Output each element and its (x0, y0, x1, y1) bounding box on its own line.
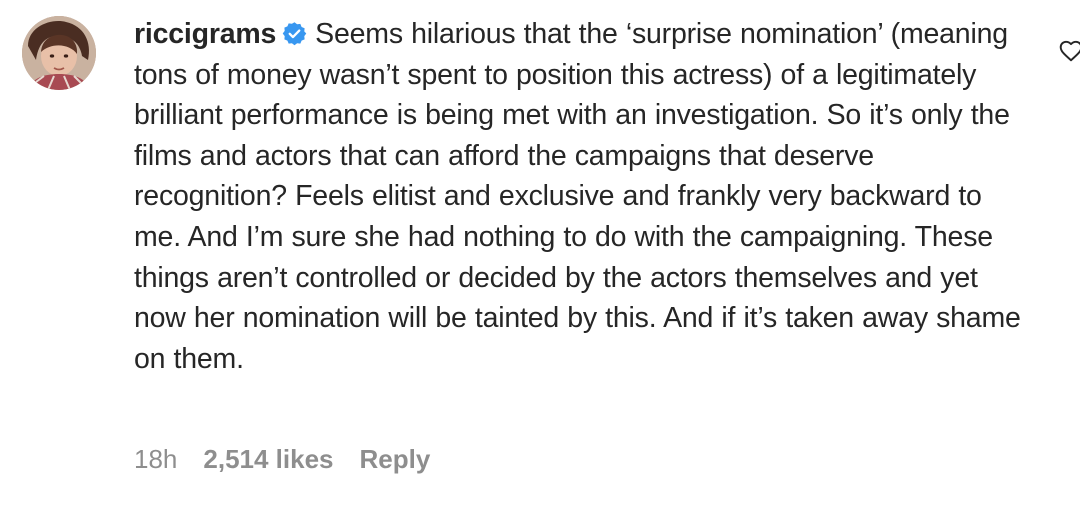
verified-badge-icon (282, 17, 307, 46)
comment-meta: 18h 2,514 likes Reply (134, 444, 456, 475)
username[interactable]: riccigrams (134, 18, 276, 50)
avatar[interactable] (22, 16, 96, 90)
comment-body: riccigrams Seems hilarious that the ‘surp… (134, 14, 1024, 379)
likes-count[interactable]: 2,514 likes (203, 444, 333, 474)
reply-button[interactable]: Reply (360, 444, 431, 474)
comment-text: Seems hilarious that the ‘surprise nomin… (134, 18, 1021, 375)
heart-icon[interactable] (1058, 38, 1080, 64)
comment-time[interactable]: 18h (134, 444, 177, 474)
comment: riccigrams Seems hilarious that the ‘surp… (0, 0, 1080, 508)
avatar-image (22, 16, 96, 90)
comment-text-block: riccigrams Seems hilarious that the ‘surp… (134, 14, 1024, 379)
